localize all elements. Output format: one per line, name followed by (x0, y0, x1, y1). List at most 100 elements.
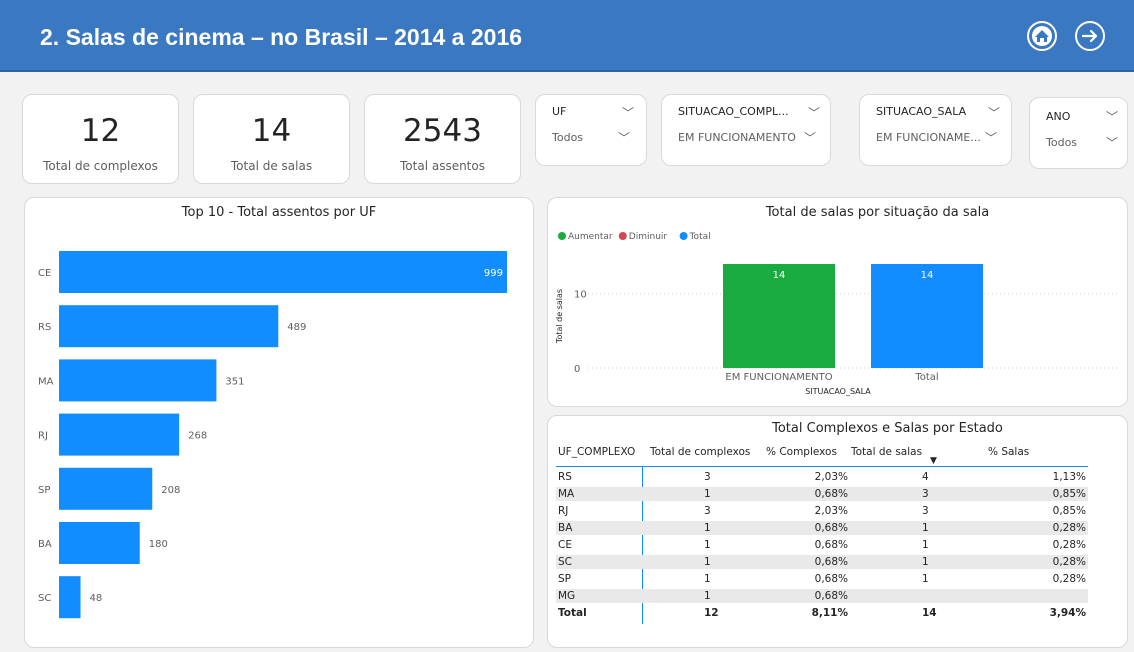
chevron-down-icon[interactable]: ﹀ (1106, 134, 1118, 151)
table-row[interactable]: RS 3 2,03% 4 1,13% (556, 470, 1088, 484)
legend-marker (558, 232, 566, 240)
bar (59, 522, 140, 564)
bar (59, 251, 507, 293)
slicer-title: ANO (1046, 110, 1071, 123)
column-header[interactable]: Total de salas (851, 446, 922, 458)
home-icon[interactable] (1026, 20, 1058, 52)
table-cell: 3 (704, 471, 711, 483)
table-cell: 0,28% (1052, 522, 1086, 534)
slicer-value[interactable]: Todos (552, 131, 583, 144)
slicer-situacao-sala[interactable]: SITUACAO_SALA ﹀ EM FUNCIONAME... ﹀ (859, 94, 1012, 166)
table-cell: Total (558, 607, 587, 619)
table-header-row: UF_COMPLEXO Total de complexos % Complex… (556, 444, 1088, 458)
table-cell: 1 (922, 556, 929, 568)
chevron-down-icon[interactable]: ﹀ (985, 129, 997, 146)
chevron-down-icon[interactable]: ﹀ (804, 129, 816, 146)
bar (59, 413, 180, 456)
table-cell: 0,68% (814, 488, 848, 500)
y-tick-label: 10 (574, 290, 587, 301)
table-title: Total Complexos e Salas por Estado (772, 421, 1003, 436)
slicer-uf[interactable]: UF ﹀ Todos ﹀ (535, 94, 647, 166)
slicer-title: SITUACAO_SALA (876, 105, 967, 118)
legend-label: Diminuir (629, 232, 668, 242)
x-axis-title: SITUACAO_SALA (805, 387, 871, 396)
data-label: 351 (225, 376, 244, 387)
kpi-card-assentos: 2543 Total assentos (364, 94, 521, 184)
table-cell: RS (558, 471, 572, 483)
column-header[interactable]: % Salas (988, 446, 1029, 458)
chevron-down-icon[interactable]: ﹀ (622, 104, 634, 121)
sort-desc-icon[interactable]: ▼ (930, 456, 937, 466)
y-axis-title: Total de salas (555, 289, 564, 344)
legend-label: Total (689, 232, 711, 242)
data-label: 180 (149, 539, 168, 550)
top10-assentos-chart: Top 10 - Total assentos por UF CE 999 RS 48… (24, 197, 534, 648)
kpi-card-salas: 14 Total de salas (193, 94, 350, 184)
category-label: SP (38, 485, 50, 496)
table-cell: CE (558, 539, 572, 551)
slicer-ano[interactable]: ANO ﹀ Todos ﹀ (1029, 97, 1128, 169)
table-cell: 1 (704, 573, 711, 585)
table-cell: SC (558, 556, 572, 568)
table-row[interactable]: CE 1 0,68% 1 0,28% (556, 538, 1088, 552)
table-cell: 0,68% (814, 556, 848, 568)
legend-marker (679, 232, 688, 240)
table-cell: 0,68% (814, 573, 848, 585)
column-header[interactable]: Total de complexos (650, 446, 750, 458)
column-header[interactable]: UF_COMPLEXO (558, 446, 635, 458)
data-label: 14 (773, 270, 786, 281)
report-header: 2. Salas de cinema – no Brasil – 2014 a … (0, 0, 1134, 72)
table-cell: BA (558, 522, 573, 534)
kpi-label: Total de complexos (43, 159, 158, 173)
table-cell: 14 (922, 607, 937, 619)
table-cell: 0,68% (814, 539, 848, 551)
data-label: 48 (90, 593, 103, 604)
table-total-row[interactable]: Total 12 8,11% 14 3,94% (556, 606, 1088, 620)
table-cell: 3 (922, 505, 929, 517)
kpi-value: 2543 (403, 113, 482, 149)
table-row[interactable]: BA 1 0,68% 1 0,28% (556, 521, 1088, 535)
kpi-value: 14 (251, 113, 292, 149)
table-row[interactable]: SC 1 0,68% 1 0,28% (556, 555, 1088, 569)
table-cell: 0,85% (1052, 505, 1086, 517)
table-cell: 1 (704, 488, 711, 500)
data-label: 999 (484, 268, 503, 279)
chevron-down-icon[interactable]: ﹀ (618, 129, 630, 146)
table-row[interactable]: RJ 3 2,03% 3 0,85% (556, 504, 1088, 518)
table-row[interactable]: SP 1 0,68% 1 0,28% (556, 572, 1088, 586)
chevron-down-icon[interactable]: ﹀ (1106, 108, 1118, 125)
table-cell: SP (558, 573, 571, 585)
bar (59, 467, 153, 510)
data-label: 208 (161, 485, 180, 496)
slicer-situacao-complexo[interactable]: SITUACAO_COMPL... ﹀ EM FUNCIONAMENTO ﹀ (661, 94, 831, 166)
category-label: Total (914, 372, 938, 383)
column-header[interactable]: % Complexos (766, 446, 837, 458)
slicer-value[interactable]: EM FUNCIONAME... (876, 131, 981, 144)
category-label: RS (38, 322, 51, 333)
data-label: 14 (921, 270, 934, 281)
table-cell: MA (558, 488, 575, 500)
chevron-down-icon[interactable]: ﹀ (808, 104, 820, 121)
table-cell: 0,28% (1052, 539, 1086, 551)
table-cell: MG (558, 590, 576, 602)
table-cell: 4 (922, 471, 929, 483)
chevron-down-icon[interactable]: ﹀ (988, 104, 1000, 121)
table-cell: 3 (704, 505, 711, 517)
table-cell: 1 (922, 573, 929, 585)
table-row[interactable]: MA 1 0,68% 3 0,85% (556, 487, 1088, 501)
table-row[interactable]: MG 1 0,68% (556, 589, 1088, 603)
table-cell: 8,11% (811, 607, 848, 619)
table-cell: 1 (704, 539, 711, 551)
bar-chart-svg: CE 999 RS 489 MA 351 RJ 268 SP 208 BA 180 SC 48 (38, 251, 507, 619)
header-divider (556, 466, 1088, 467)
arrow-right-icon[interactable] (1074, 20, 1106, 52)
kpi-label: Total de salas (230, 159, 313, 173)
table-cell: 1 (704, 556, 711, 568)
data-label: 489 (287, 322, 306, 333)
table-cell: 1,13% (1052, 471, 1086, 483)
slicer-value[interactable]: Todos (1046, 136, 1077, 149)
table-cell: 0,28% (1052, 556, 1086, 568)
slicer-value[interactable]: EM FUNCIONAMENTO (678, 131, 796, 144)
legend-label: Aumentar (568, 232, 613, 242)
category-label: SC (38, 593, 51, 604)
